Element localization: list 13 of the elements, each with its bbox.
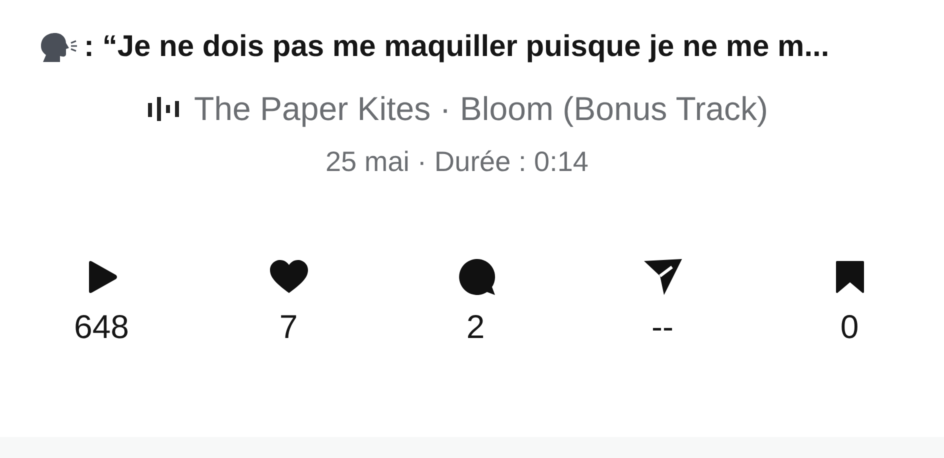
stat-count: 648 <box>74 308 130 346</box>
stat-count: 2 <box>466 308 485 346</box>
heart-icon[interactable] <box>268 260 308 294</box>
sound-wave-icon <box>146 97 180 121</box>
stat-count: -- <box>652 308 674 346</box>
sound-link[interactable]: The Paper Kites · Bloom (Bonus Track) <box>194 90 768 128</box>
stat-count: 0 <box>840 308 859 346</box>
post-date-duration: 25 mai · Durée : 0:14 <box>325 146 589 177</box>
speaking-head-icon <box>38 32 78 62</box>
bookmark-icon[interactable] <box>834 260 864 294</box>
post-title: : “Je ne dois pas me maquiller puisque je ne me m... <box>84 30 830 64</box>
stat-count: 7 <box>279 308 298 346</box>
paper-plane-icon[interactable] <box>642 258 682 296</box>
